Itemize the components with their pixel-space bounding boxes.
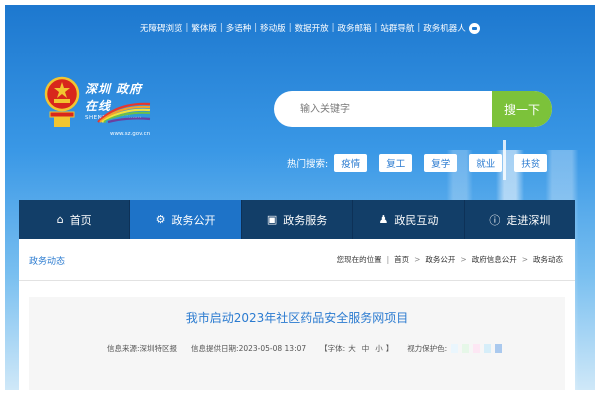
monitor-icon: ▣ — [266, 213, 278, 226]
separator: | — [254, 23, 258, 33]
hot-search: 热门搜索: 疫情 复工 复学 就业 扶贫 — [287, 154, 559, 172]
breadcrumb-info-disclosure[interactable]: 政府信息公开 — [472, 254, 517, 265]
top-links-bar: 无障碍浏览 | 繁体版 | 多语种 | 移动版 | 数据开放 | 政务邮箱 | … — [140, 22, 480, 34]
font-size-label: 【字体: — [320, 344, 346, 353]
section-title[interactable]: 政务动态 — [29, 254, 65, 267]
top-link-mobile[interactable]: 移动版 — [260, 22, 286, 34]
top-link-traditional[interactable]: 繁体版 — [191, 22, 217, 34]
robot-icon[interactable] — [468, 22, 480, 34]
nav-item-gov-services[interactable]: ▣ 政务服务 — [242, 200, 354, 239]
breadcrumb-gov-affairs[interactable]: 政务公开 — [425, 254, 455, 265]
hot-search-item[interactable]: 扶贫 — [514, 154, 548, 172]
font-size-medium-button[interactable]: 中 — [362, 343, 370, 354]
top-link-open-data[interactable]: 数据开放 — [295, 22, 329, 34]
breadcrumb-home[interactable]: 首页 — [394, 254, 409, 265]
separator: | — [288, 23, 292, 33]
chevron-right-icon: > — [521, 255, 528, 264]
gear-icon: ⚙ — [155, 213, 166, 226]
top-link-site-nav[interactable]: 站群导航 — [380, 22, 414, 34]
breadcrumb-bar: 政务动态 您现在的位置 | 首页 > 政务公开 > 政府信息公开 > 政务动态 — [19, 239, 575, 281]
article-header: 我市启动2023年社区药品安全服务网项目 信息来源: 深圳特区报 信息提供日期:… — [29, 297, 565, 390]
date-value: 2023-05-08 13:07 — [238, 344, 307, 353]
people-icon: ♟ — [378, 213, 389, 226]
page: 无障碍浏览 | 繁体版 | 多语种 | 移动版 | 数据开放 | 政务邮箱 | … — [0, 0, 600, 400]
top-link-accessible[interactable]: 无障碍浏览 — [140, 22, 183, 34]
main-nav: ⌂ 首页 ⚙ 政务公开 ▣ 政务服务 ♟ 政民互动 ⓘ 走进深圳 — [19, 200, 575, 239]
article-title: 我市启动2023年社区药品安全服务网项目 — [185, 311, 409, 325]
hot-search-item[interactable]: 复工 — [379, 154, 413, 172]
nav-label: 政民互动 — [394, 213, 439, 227]
font-size-close: 】 — [385, 344, 394, 353]
color-swatch[interactable] — [484, 344, 492, 353]
top-link-languages[interactable]: 多语种 — [226, 22, 252, 34]
breadcrumb-news[interactable]: 政务动态 — [533, 254, 563, 265]
top-link-robot[interactable]: 政务机器人 — [423, 22, 466, 34]
color-swatch[interactable] — [473, 344, 481, 353]
national-emblem-icon — [44, 76, 80, 127]
chevron-right-icon: > — [414, 255, 421, 264]
article-container: 我市启动2023年社区药品安全服务网项目 信息来源: 深圳特区报 信息提供日期:… — [19, 281, 575, 390]
home-icon: ⌂ — [56, 213, 64, 226]
hot-search-label: 热门搜索: — [287, 159, 329, 170]
separator: | — [386, 255, 390, 264]
chevron-right-icon: > — [460, 255, 467, 264]
date-label: 信息提供日期: — [191, 344, 239, 353]
info-icon: ⓘ — [489, 213, 501, 227]
breadcrumb: 您现在的位置 | 首页 > 政务公开 > 政府信息公开 > 政务动态 — [337, 254, 563, 265]
nav-label: 首页 — [69, 213, 92, 227]
color-swatch[interactable] — [462, 344, 470, 353]
hot-search-item[interactable]: 复学 — [424, 154, 458, 172]
search-bar: 搜一下 — [274, 91, 552, 127]
color-swatch[interactable] — [451, 344, 459, 353]
nav-label: 走进深圳 — [506, 213, 551, 227]
separator: | — [185, 23, 189, 33]
top-link-email[interactable]: 政务邮箱 — [337, 22, 371, 34]
hot-search-item[interactable]: 疫情 — [334, 154, 368, 172]
font-size-small-button[interactable]: 小 — [375, 343, 383, 354]
search-input[interactable] — [274, 91, 492, 127]
hot-search-item[interactable]: 就业 — [469, 154, 503, 172]
vision-label: 视力保护色: — [407, 344, 448, 353]
logo-url: www.sz.gov.cn — [110, 131, 151, 137]
search-button[interactable]: 搜一下 — [492, 91, 552, 127]
color-swatch[interactable] — [495, 344, 503, 353]
separator: | — [374, 23, 378, 33]
source-label: 信息来源: — [107, 344, 140, 353]
nav-item-about-shenzhen[interactable]: ⓘ 走进深圳 — [465, 200, 575, 239]
nav-item-interaction[interactable]: ♟ 政民互动 — [353, 200, 465, 239]
separator: | — [417, 23, 421, 33]
source-value: 深圳特区报 — [139, 344, 178, 353]
article-meta: 信息来源: 深圳特区报 信息提供日期: 2023-05-08 13:07 【字体… — [107, 343, 503, 354]
nav-label: 政务公开 — [171, 213, 216, 227]
logo-rainbow-icon — [97, 102, 151, 124]
nav-label: 政务服务 — [283, 213, 328, 227]
nav-item-home[interactable]: ⌂ 首页 — [19, 200, 131, 239]
separator: | — [331, 23, 335, 33]
separator: | — [219, 23, 223, 33]
nav-item-gov-affairs[interactable]: ⚙ 政务公开 — [130, 200, 242, 239]
location-label: 您现在的位置 — [336, 255, 382, 264]
font-size-large-button[interactable]: 大 — [348, 343, 356, 354]
